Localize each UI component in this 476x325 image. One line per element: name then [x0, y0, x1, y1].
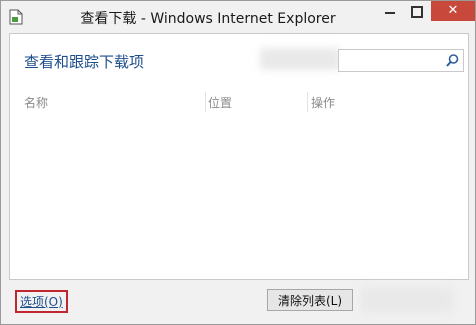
watermark-blur	[260, 48, 340, 70]
search-icon[interactable]	[445, 53, 460, 68]
clear-list-button[interactable]: 清除列表(L)	[267, 289, 353, 311]
minimize-icon	[385, 12, 395, 14]
page-title: 查看和跟踪下载项	[24, 53, 145, 71]
search-input[interactable]	[341, 51, 443, 68]
title-bar[interactable]: 查看下载 - Windows Internet Explorer ✕	[1, 1, 475, 33]
search-box[interactable]	[338, 49, 464, 72]
options-link[interactable]: 选项(O)	[15, 290, 68, 313]
column-header-name[interactable]: 名称	[24, 94, 48, 111]
column-divider[interactable]	[205, 92, 206, 112]
close-button[interactable]: ✕	[431, 1, 475, 21]
window-title: 查看下载 - Windows Internet Explorer	[80, 11, 336, 27]
maximize-icon	[411, 6, 423, 18]
column-divider[interactable]	[307, 92, 308, 112]
download-window: 查看下载 - Windows Internet Explorer ✕ 查看和跟踪…	[0, 0, 476, 325]
column-header-actions[interactable]: 操作	[311, 94, 335, 111]
column-header-location[interactable]: 位置	[208, 94, 232, 111]
downloads-panel: 查看和跟踪下载项 名称 位置 操作	[9, 33, 469, 280]
ie-page-icon	[9, 9, 23, 25]
downloads-list	[10, 114, 468, 279]
minimize-button[interactable]	[377, 1, 403, 22]
column-headers: 名称 位置 操作	[10, 92, 468, 112]
maximize-button[interactable]	[403, 1, 429, 22]
panel-header: 查看和跟踪下载项	[10, 34, 468, 84]
close-icon: ✕	[447, 3, 459, 18]
footer-bar: 选项(O) 清除列表(L)	[1, 281, 475, 324]
watermark-blur	[361, 287, 453, 313]
